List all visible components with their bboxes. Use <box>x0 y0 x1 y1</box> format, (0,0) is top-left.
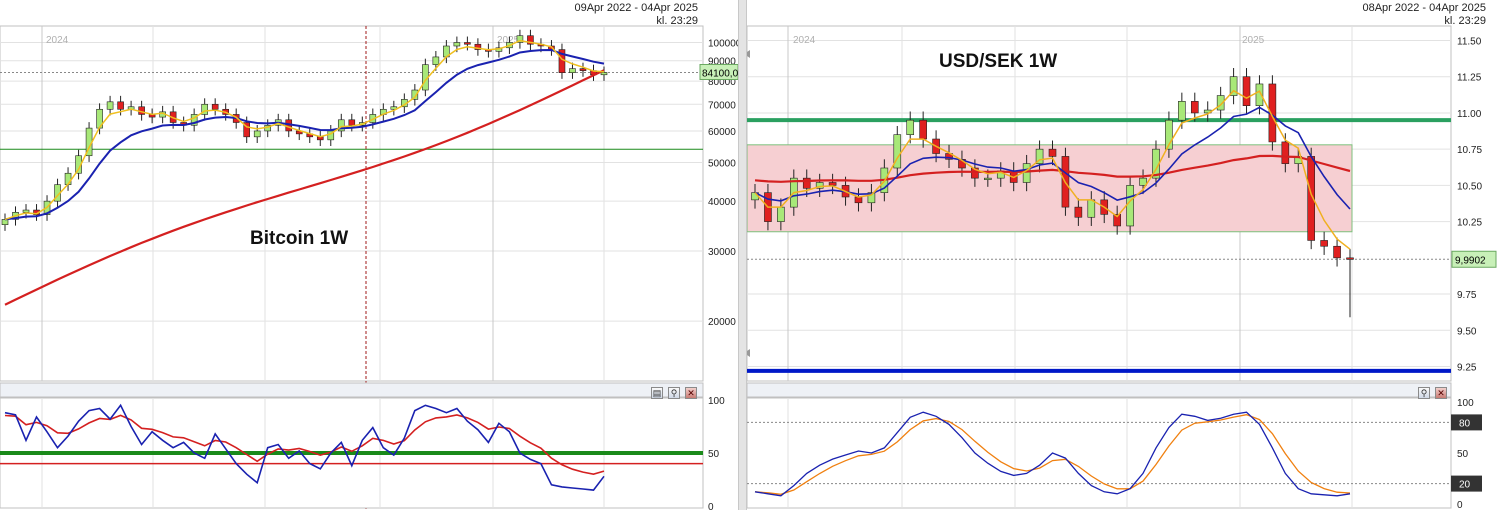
bitcoin-chart-panel: 09Apr 2022 - 04Apr 2025 kl. 23:29 100000… <box>0 0 738 510</box>
oscillator-toolbar <box>0 382 704 398</box>
candle-body <box>464 42 471 45</box>
price-tick-label: 11.50 <box>1457 36 1482 47</box>
price-tick-label: 9.50 <box>1457 326 1477 337</box>
price-tick-label: 40000 <box>708 197 736 208</box>
oscillator-tick-label: 50 <box>708 449 720 460</box>
price-tick-label: 11.25 <box>1457 73 1482 84</box>
chart-title: Bitcoin 1W <box>250 228 348 249</box>
price-tick-label: 11.00 <box>1457 109 1482 120</box>
chart-title: USD/SEK 1W <box>939 51 1057 72</box>
oscillator-tick-label: 0 <box>708 502 714 510</box>
candle-body <box>1346 257 1354 260</box>
price-tick-label: 9.75 <box>1457 290 1477 301</box>
oscillator-tick-label: 100 <box>708 396 725 407</box>
candle-body <box>1048 148 1057 157</box>
candle-body <box>1022 163 1031 183</box>
year-label-2025: 2025 <box>1242 35 1265 46</box>
price-tick-label: 100000 <box>708 39 738 50</box>
oscillator-tick-label: 50 <box>1457 449 1469 460</box>
year-label-2024: 2024 <box>793 35 816 46</box>
price-tick-label: 20000 <box>708 317 736 328</box>
bitcoin-chart-svg[interactable]: 1000009000080000700006000050000400003000… <box>0 0 738 510</box>
candle-body <box>453 42 461 47</box>
close-icon[interactable]: ✕ <box>1435 387 1447 399</box>
candle-body <box>117 101 124 110</box>
candle-body <box>1242 76 1251 106</box>
candle-body <box>600 72 608 76</box>
candle-body <box>579 68 587 71</box>
oscillator-toolbar <box>747 382 1452 398</box>
usdsek-chart-svg[interactable]: 11.50 11.25 11.00 10.75 10.50 10.25 9.75 9.50 9.… <box>747 0 1500 510</box>
price-tick-label: 10.25 <box>1457 218 1482 229</box>
candle-body <box>1139 177 1147 186</box>
candle-body <box>1126 185 1134 227</box>
price-tick-label: 60000 <box>708 127 736 138</box>
price-plot-area <box>0 25 704 382</box>
candle-body <box>432 56 440 65</box>
candle-body <box>777 206 785 222</box>
candle-body <box>211 103 219 110</box>
price-tick-label: 9.25 <box>1457 363 1477 374</box>
candle-body <box>984 177 992 180</box>
candle-body <box>1281 141 1290 164</box>
zoom-icon[interactable]: ⚲ <box>1418 387 1430 399</box>
candle-body <box>253 130 261 138</box>
last-price-label: 84100,0 <box>702 68 738 79</box>
oscillator-tick-label: 0 <box>1457 500 1463 510</box>
oscillator-tick-label: 100 <box>1457 398 1474 409</box>
candle-body <box>22 209 30 213</box>
price-tick-label: 70000 <box>708 100 736 111</box>
panel-divider[interactable] <box>738 0 747 510</box>
price-tick-label: 50000 <box>708 159 736 170</box>
candle-body <box>1320 240 1328 247</box>
zoom-icon[interactable]: ⚲ <box>668 387 680 399</box>
last-price-label: 9,9902 <box>1455 255 1486 266</box>
candle-body <box>906 119 915 135</box>
price-tick-label: 10.75 <box>1457 145 1482 156</box>
usdsek-chart-panel: 08Apr 2022 - 04Apr 2025 kl. 23:29 11.50 1… <box>747 0 1500 510</box>
close-icon[interactable]: ✕ <box>685 387 697 399</box>
candle-body <box>1087 199 1096 218</box>
candle-body <box>348 119 356 126</box>
candle-body <box>1178 101 1186 121</box>
candle-body <box>1190 101 1199 114</box>
candle-body <box>828 182 837 186</box>
price-tick-label: 10.50 <box>1457 181 1482 192</box>
candle-body <box>919 119 927 140</box>
candle-body <box>1333 245 1341 259</box>
candle-body <box>1074 206 1083 218</box>
candle-body <box>1 219 9 225</box>
year-label-2024: 2024 <box>46 35 69 46</box>
print-icon[interactable]: ▤ <box>651 387 663 399</box>
level-20-label: 20 <box>1459 480 1471 491</box>
level-80-label: 80 <box>1459 418 1471 429</box>
candle-body <box>802 177 811 189</box>
price-tick-label: 30000 <box>708 247 736 258</box>
candle-body <box>569 68 576 73</box>
candle-body <box>106 101 114 110</box>
